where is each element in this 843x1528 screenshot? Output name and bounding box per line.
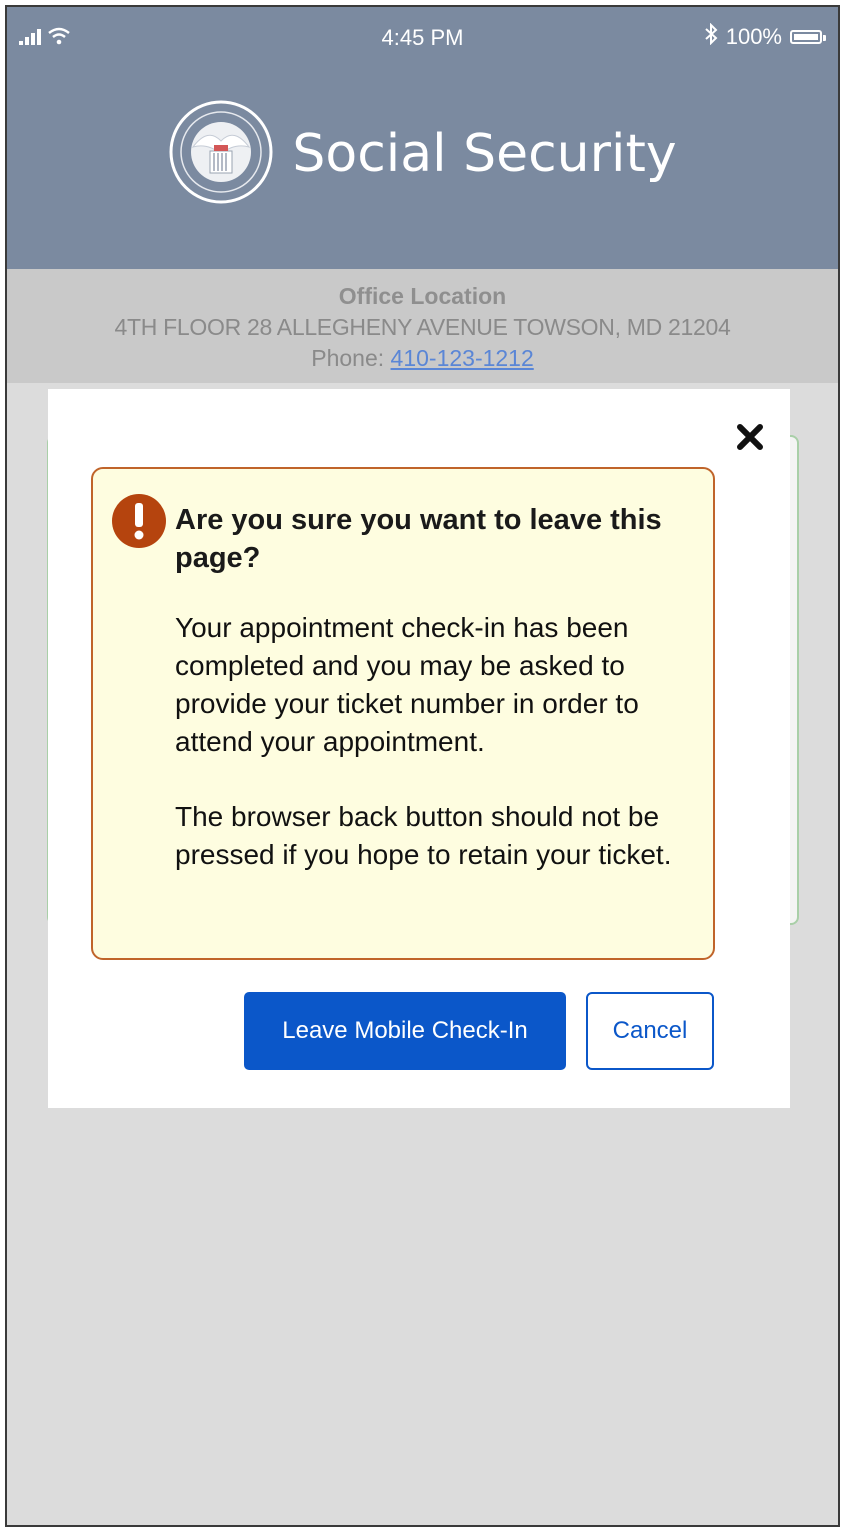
brand: Social Security	[7, 99, 838, 209]
cancel-button[interactable]: Cancel	[586, 992, 714, 1070]
exclamation-icon	[111, 493, 167, 554]
phone-link[interactable]: 410-123-1212	[391, 345, 534, 371]
battery-percent: 100%	[725, 24, 782, 49]
bluetooth-icon	[704, 22, 718, 51]
close-button[interactable]	[732, 421, 768, 457]
app-title: Social Security	[292, 124, 677, 184]
alert-title: Are you sure you want to leave this page…	[175, 504, 662, 574]
status-right: 100%	[704, 22, 826, 51]
office-phone: Phone: 410-123-1212	[7, 345, 838, 372]
close-icon	[736, 423, 764, 456]
leave-page-modal: Are you sure you want to leave this page…	[48, 389, 790, 1108]
app-header: 4:45 PM 100% Social Security	[7, 7, 838, 269]
leave-mobile-checkin-button[interactable]: Leave Mobile Check-In	[244, 992, 566, 1070]
phone-label: Phone:	[311, 345, 385, 371]
ssa-seal-icon	[168, 99, 274, 210]
office-label: Office Location	[338, 283, 507, 309]
alert-body: Your appointment check-in has been compl…	[175, 609, 695, 911]
warning-alert: Are you sure you want to leave this page…	[91, 467, 715, 960]
alert-paragraph-2: The browser back button should not be pr…	[175, 801, 672, 870]
alert-paragraph-1: Your appointment check-in has been compl…	[175, 612, 639, 757]
phone-frame: 4:45 PM 100% Social Security Office Loca…	[5, 5, 840, 1527]
office-address: 4TH FLOOR 28 ALLEGHENY AVENUE TOWSON, MD…	[114, 314, 731, 340]
office-location: Office Location 4TH FLOOR 28 ALLEGHENY A…	[7, 269, 838, 383]
status-bar: 4:45 PM 100%	[7, 7, 838, 67]
battery-icon	[790, 30, 826, 44]
